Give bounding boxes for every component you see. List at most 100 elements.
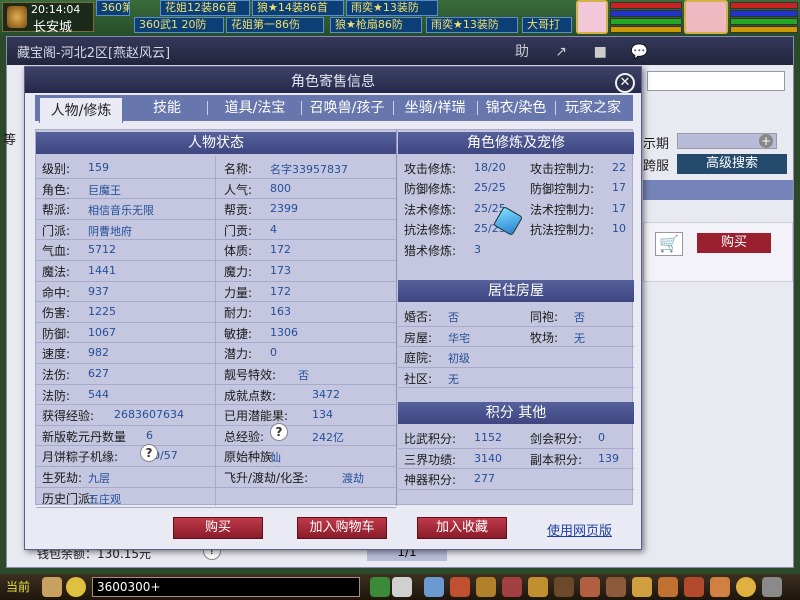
toolbar-icon[interactable] [710, 577, 730, 597]
pet-portrait[interactable] [576, 0, 608, 34]
plus-icon[interactable]: + [759, 134, 773, 148]
field-value: 982 [88, 346, 109, 360]
chat-icon[interactable]: 💬 [624, 41, 654, 63]
close-icon[interactable]: ✕ [615, 73, 635, 93]
field-label: 庭院: [404, 351, 433, 366]
field-label: 名称: [224, 162, 253, 176]
add-to-cart-button[interactable]: 加入购物车 [297, 517, 387, 539]
toolbar-icon[interactable] [554, 577, 574, 597]
field-value: 937 [88, 284, 109, 298]
field-value: 18/20 [474, 161, 506, 174]
tab-mounts[interactable]: 坐骑/祥瑞 [395, 95, 475, 121]
tab-home[interactable]: 玩家之家 [557, 95, 629, 121]
toolbar-icon[interactable] [606, 577, 626, 597]
clock-widget: 20:14:04 长安城 [2, 2, 94, 35]
field-label: 门派: [42, 223, 71, 238]
toolbar-icon[interactable] [762, 577, 782, 597]
market-header: 藏宝阁-河北2区[燕赵风云] 助 ↗ ■ 💬 [7, 37, 793, 65]
field-label: 获得经验: [42, 409, 95, 424]
mooncake-help-icon[interactable]: ? [140, 444, 158, 462]
field-label: 法术控制力: [530, 202, 595, 217]
total-exp-help-icon[interactable]: ? [270, 423, 288, 441]
field-value: 0 [270, 346, 277, 360]
player-banner[interactable]: 狼★枪扇86防 [330, 17, 422, 33]
field-value: 3472 [312, 387, 340, 401]
player-banner[interactable]: 大哥打 [522, 17, 572, 33]
field-label: 生死劫: [42, 471, 83, 485]
tab-character[interactable]: 人物/修炼 [39, 97, 123, 123]
field-label: 剑会积分: [530, 432, 583, 446]
field-label: 神器积分: [404, 473, 457, 488]
field-value: 159 [88, 161, 109, 174]
field-value: 1306 [270, 325, 298, 339]
player-banner[interactable]: 雨奕★13装防 [426, 17, 518, 33]
player-banner[interactable]: 雨奕★13装防 [346, 0, 438, 16]
player-banner[interactable]: 花姐第一86伤 [226, 17, 324, 33]
game-top-bar: 20:14:04 长安城 360第一打防F 花姐12装86首 狼★14装86首 … [0, 0, 800, 36]
advanced-search-button[interactable]: 高级搜索 [677, 154, 787, 174]
player-banner[interactable]: 360武1 20防 [134, 17, 224, 33]
player-banner[interactable]: 花姐12装86首 [160, 0, 250, 16]
field-value: 172 [270, 243, 291, 257]
cart-icon[interactable]: 🛒 [655, 232, 683, 256]
toolbar-icon[interactable] [736, 577, 756, 597]
field-label: 门贡: [224, 223, 253, 238]
microphone-icon[interactable] [42, 577, 62, 597]
chat-bar: 当前 3600300+ [0, 574, 800, 600]
field-label: 防御修炼: [404, 182, 457, 197]
player-banner[interactable]: 狼★14装86首 [252, 0, 344, 16]
chat-input[interactable]: 3600300+ [92, 577, 360, 597]
field-label: 人气: [224, 182, 253, 197]
emoji-icon[interactable] [66, 577, 86, 597]
field-value: 1152 [474, 431, 502, 444]
field-label: 房屋: [404, 330, 433, 345]
tab-items[interactable]: 道具/法宝 [211, 95, 299, 121]
toolbar-icon[interactable] [476, 577, 496, 597]
toolbar-icon[interactable] [392, 577, 412, 597]
toolbar-icon[interactable] [528, 577, 548, 597]
field-label: 魔力: [224, 265, 253, 279]
field-value: 名字33957837 [270, 163, 348, 176]
toolbar-icon[interactable] [370, 577, 390, 597]
field-label: 月饼粽子机缘: [42, 450, 119, 465]
toolbar-icon[interactable] [580, 577, 600, 597]
market-search-input[interactable] [647, 71, 785, 91]
field-value: 无 [574, 331, 585, 345]
field-label: 抗法控制力: [530, 223, 595, 238]
field-label: 魔法: [42, 265, 71, 279]
toolbar-icon[interactable] [632, 577, 652, 597]
field-label: 法伤: [42, 368, 71, 382]
tab-skills[interactable]: 技能 [131, 95, 203, 121]
web-version-link[interactable]: 使用网页版 [547, 520, 612, 539]
market-buy-button[interactable]: 购买 [697, 233, 771, 253]
field-value: 阴曹地府 [88, 224, 132, 238]
field-value: 173 [270, 264, 291, 277]
cultivation-section-header: 角色修炼及宠修 [398, 132, 634, 154]
toolbar-icon[interactable] [658, 577, 678, 597]
stop-icon[interactable]: ■ [585, 41, 615, 63]
toolbar-icon[interactable] [450, 577, 470, 597]
field-value: 242亿 [312, 430, 344, 444]
field-label: 命中: [42, 285, 71, 300]
player-banner[interactable]: 360第一打防F [96, 0, 130, 16]
toolbar-icon[interactable] [684, 577, 704, 597]
clock-icon [7, 6, 27, 28]
status-section-header: 人物状态 [36, 132, 396, 154]
help-button[interactable]: 助 [507, 41, 537, 63]
field-value: 0 [598, 431, 605, 444]
toolbar-icon[interactable] [502, 577, 522, 597]
field-label: 副本积分: [530, 452, 583, 467]
field-label: 法术修炼: [404, 202, 457, 217]
share-icon[interactable]: ↗ [546, 41, 576, 63]
field-label: 成就点数: [224, 388, 277, 403]
buy-button[interactable]: 购买 [173, 517, 263, 539]
add-to-favorites-button[interactable]: 加入收藏 [417, 517, 507, 539]
player-portrait[interactable] [684, 0, 728, 34]
field-value: 139 [598, 451, 619, 465]
tab-pets[interactable]: 召唤兽/孩子 [303, 95, 391, 121]
toolbar-icon[interactable] [424, 577, 444, 597]
chat-channel-label[interactable]: 当前 [6, 578, 30, 595]
field-value: 3140 [474, 451, 502, 465]
tab-outfits[interactable]: 锦衣/染色 [479, 95, 553, 121]
market-toolbar: 助 ↗ ■ 💬 [507, 41, 658, 63]
